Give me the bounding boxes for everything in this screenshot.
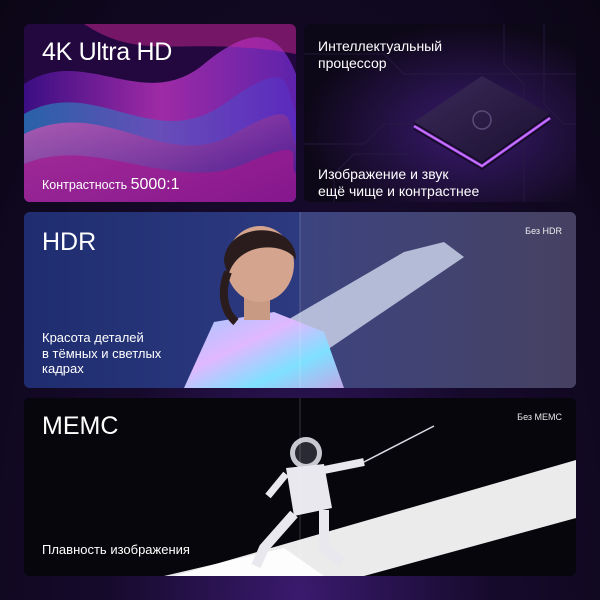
hdr-without-label: Без HDR <box>525 226 562 236</box>
hdr-panel: HDR Красота деталей в тёмных и светлых к… <box>24 212 576 388</box>
memc-caption: Плавность изображения <box>42 542 190 557</box>
memc-title: MEMC <box>42 412 119 440</box>
processor-title: Интеллектуальный процессор <box>318 38 442 72</box>
hdr-title: HDR <box>42 228 97 256</box>
uhd-title: 4K Ultra HD <box>42 38 173 66</box>
memc-without-label: Без MEMC <box>517 412 562 422</box>
processor-panel: Интеллектуальный процессор Изображение и… <box>304 24 576 202</box>
processor-title-line2: процессор <box>318 54 387 71</box>
hdr-caption-line3: кадрах <box>42 361 84 377</box>
uhd-panel: 4K Ultra HD Контрастность 5000:1 <box>24 24 296 202</box>
processor-caption-line1: Изображение и звук <box>318 166 449 182</box>
hdr-caption: Красота деталей в тёмных и светлых кадра… <box>42 330 161 377</box>
uhd-caption: Контрастность 5000:1 <box>42 176 180 194</box>
processor-title-line1: Интеллектуальный <box>318 38 443 54</box>
memc-panel: MEMC Плавность изображения Без MEMC <box>24 398 576 576</box>
uhd-caption-prefix: Контрастность <box>42 178 128 192</box>
processor-caption: Изображение и звук ещё чище и контрастне… <box>318 166 479 200</box>
uhd-caption-value: 5000:1 <box>130 176 180 193</box>
hdr-caption-line2: в тёмных и светлых <box>42 345 162 361</box>
hdr-caption-line1: Красота деталей <box>42 330 144 345</box>
processor-caption-line2: ещё чище и контрастнее <box>318 182 480 199</box>
